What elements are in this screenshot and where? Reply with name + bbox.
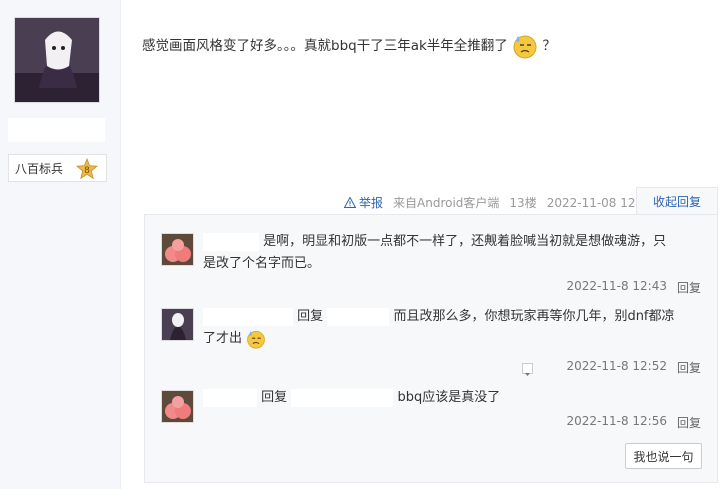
rank-label: 八百标兵: [15, 161, 64, 176]
reply-meta: 2022-11-8 12:43 回复: [566, 279, 701, 296]
collapse-label: 收起回复: [652, 195, 701, 209]
reply-word: 回复: [297, 309, 324, 324]
star-badge-icon: 8: [76, 158, 98, 180]
reply-meta: 2022-11-8 12:56 回复: [566, 414, 701, 431]
add-reply-label: 我也说一句: [633, 449, 694, 464]
reply-avatar[interactable]: [161, 308, 194, 341]
reply-datetime: 2022-11-8 12:43: [566, 279, 667, 293]
author-name-box[interactable]: [8, 118, 105, 142]
reply-avatar[interactable]: [161, 233, 194, 266]
avatar-image: [162, 309, 193, 340]
reply-button[interactable]: 回复: [677, 279, 701, 296]
post-text: 感觉画面风格变了好多。。。真就bbq干了三年ak半年全推翻了: [142, 38, 508, 54]
rank-badge[interactable]: 八百标兵 8: [8, 154, 107, 182]
post-text-tail: ？: [542, 38, 556, 54]
reply-text-line: 了才出: [203, 331, 243, 346]
avatar-image: [15, 18, 99, 102]
peach-avatar-image: [162, 391, 193, 422]
report-label: 举报: [359, 196, 384, 210]
reply-text-line: bbq应该是真没了: [397, 390, 501, 405]
reply-text-line: 而且改那么多，你想玩家再等你几年，别dnf都凉: [393, 309, 675, 324]
reply-meta: 2022-11-8 12:52 回复: [566, 359, 701, 376]
reply-avatar[interactable]: [161, 390, 194, 423]
reply-username[interactable]: [203, 388, 257, 407]
peach-avatar-image: [162, 234, 193, 265]
report-link[interactable]: 举报: [344, 194, 383, 211]
reply-username[interactable]: [203, 232, 259, 251]
add-reply-button[interactable]: 我也说一句: [625, 443, 702, 469]
reply-text-line: 是改了个名字而已。: [203, 256, 321, 271]
reply-datetime: 2022-11-8 12:56: [566, 414, 667, 428]
reply-username[interactable]: [203, 307, 293, 326]
sweat-emoji-icon: [247, 330, 266, 349]
reply-word: 回复: [261, 390, 288, 405]
author-sidebar: 八百标兵 8: [0, 0, 121, 489]
reply-button[interactable]: 回复: [677, 359, 701, 376]
reply-datetime: 2022-11-8 12:52: [566, 359, 667, 373]
reply-text-line: 是啊，明显和初版一点都不一样了，还觍着脸喊当初就是想做魂游，只: [263, 234, 667, 249]
author-avatar[interactable]: [14, 17, 100, 103]
level-number: 8: [84, 166, 90, 176]
reply-text: 回复 而且改那么多，你想玩家再等你几年，别dnf都凉 了才出: [203, 306, 703, 350]
sweat-emoji-icon: [513, 35, 537, 59]
floor-number: 13楼: [509, 196, 537, 210]
reply-target-username[interactable]: [327, 307, 390, 326]
reply-text: 是啊，明显和初版一点都不一样了，还觍着脸喊当初就是想做魂游，只 是改了个名字而已…: [203, 231, 703, 275]
post-source: 来自Android客户端: [393, 196, 500, 210]
reply-text: 回复 bbq应该是真没了: [203, 387, 703, 409]
reply-list: 是啊，明显和初版一点都不一样了，还觍着脸喊当初就是想做魂游，只 是改了个名字而已…: [144, 214, 718, 483]
warning-icon: [344, 197, 356, 208]
post-content: 感觉画面风格变了好多。。。真就bbq干了三年ak半年全推翻了 ？: [142, 33, 556, 59]
dropdown-icon[interactable]: [522, 363, 533, 376]
collapse-replies-button[interactable]: 收起回复: [636, 187, 718, 215]
reply-target-username[interactable]: [291, 388, 394, 407]
reply-button[interactable]: 回复: [677, 414, 701, 431]
post-meta-bar: 举报 来自Android客户端 13楼 2022-11-08 12:41: [344, 194, 655, 211]
